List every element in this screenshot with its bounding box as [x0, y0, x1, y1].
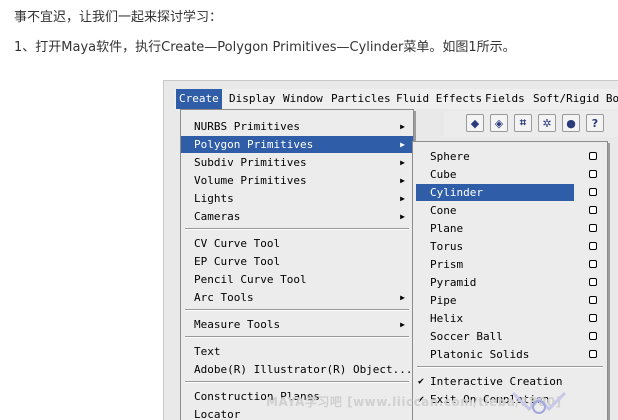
- option-box-icon[interactable]: [589, 350, 597, 358]
- option-box-icon[interactable]: [589, 224, 597, 232]
- menu-item-subdiv-primitives[interactable]: Subdiv Primitives ▶: [181, 154, 413, 171]
- option-box-icon[interactable]: [589, 170, 597, 178]
- option-box-icon[interactable]: [589, 188, 597, 196]
- menu-item-platonic-solids[interactable]: Platonic Solids: [413, 346, 607, 363]
- submenu-arrow-icon: ▶: [400, 140, 405, 149]
- submenu-arrow-icon: ▶: [400, 176, 405, 185]
- menu-item-lights[interactable]: Lights ▶: [181, 190, 413, 207]
- sphere-icon[interactable]: ●: [562, 114, 580, 132]
- shelf-toolbar: ◆ ◈ ⌗ ✲ ● ?: [444, 111, 618, 137]
- menu-item-arc-tools[interactable]: Arc Tools ▶: [181, 289, 413, 306]
- menu-item-soccer-ball[interactable]: Soccer Ball: [413, 328, 607, 345]
- menu-item-plane[interactable]: Plane: [413, 220, 607, 237]
- menu-separator: [185, 309, 409, 311]
- submenu-arrow-icon: ▶: [400, 320, 405, 329]
- submenu-arrow-icon: ▶: [400, 293, 405, 302]
- option-box-icon[interactable]: [589, 296, 597, 304]
- grid-icon[interactable]: ⌗: [514, 114, 532, 132]
- polygon-icon[interactable]: ◆: [466, 114, 484, 132]
- menu-fluid-effects[interactable]: Fluid Effects: [393, 89, 485, 109]
- menu-soft-rigid[interactable]: Soft/Rigid Bo: [530, 89, 618, 109]
- menu-item-pyramid[interactable]: Pyramid: [413, 274, 607, 291]
- submenu-arrow-icon: ▶: [400, 122, 405, 131]
- option-box-icon[interactable]: [589, 152, 597, 160]
- menu-item-nurbs-primitives[interactable]: NURBS Primitives ▶: [181, 118, 413, 135]
- menu-item-pencil-curve-tool[interactable]: Pencil Curve Tool: [181, 271, 413, 288]
- submenu-arrow-icon: ▶: [400, 212, 405, 221]
- menu-item-cube[interactable]: Cube: [413, 166, 607, 183]
- option-box-icon[interactable]: [589, 242, 597, 250]
- menu-separator: [185, 381, 409, 383]
- particles-icon[interactable]: ✲: [538, 114, 556, 132]
- option-box-icon[interactable]: [589, 314, 597, 322]
- menu-item-pipe[interactable]: Pipe: [413, 292, 607, 309]
- cube-icon[interactable]: ◈: [490, 114, 508, 132]
- menu-fields[interactable]: Fields: [482, 89, 528, 109]
- menu-item-sphere[interactable]: Sphere: [413, 148, 607, 165]
- menu-create[interactable]: Create: [176, 89, 222, 109]
- menu-item-measure-tools[interactable]: Measure Tools ▶: [181, 316, 413, 333]
- polygon-primitives-submenu: Sphere Cube Cylinder Cone Plane Torus Pr…: [412, 141, 608, 420]
- menu-item-cone[interactable]: Cone: [413, 202, 607, 219]
- menu-item-volume-primitives[interactable]: Volume Primitives ▶: [181, 172, 413, 189]
- option-box-icon[interactable]: [589, 206, 597, 214]
- menu-item-cylinder[interactable]: Cylinder: [416, 184, 574, 201]
- help-icon[interactable]: ?: [586, 114, 604, 132]
- menu-item-ep-curve-tool[interactable]: EP Curve Tool: [181, 253, 413, 270]
- maya-screenshot: Create Display Window Particles Fluid Ef…: [163, 80, 618, 420]
- option-box-icon[interactable]: [589, 332, 597, 340]
- checkmark-icon: ✔: [418, 376, 425, 387]
- menu-item-prism[interactable]: Prism: [413, 256, 607, 273]
- article-step-text: 1、打开Maya软件，执行Create—Polygon Primitives—C…: [14, 40, 516, 55]
- watermark-logo-icon: [511, 391, 567, 414]
- submenu-arrow-icon: ▶: [400, 194, 405, 203]
- menu-item-adobe-illustrator-object[interactable]: Adobe(R) Illustrator(R) Object...: [181, 361, 413, 378]
- menu-item-cv-curve-tool[interactable]: CV Curve Tool: [181, 235, 413, 252]
- menu-item-helix[interactable]: Helix: [413, 310, 607, 327]
- menu-particles[interactable]: Particles: [328, 89, 394, 109]
- menu-separator: [185, 228, 409, 230]
- article-intro-text: 事不宜迟，让我们一起来探讨学习：: [14, 10, 223, 25]
- menu-item-text[interactable]: Text: [181, 343, 413, 360]
- option-box-icon[interactable]: [589, 260, 597, 268]
- menu-item-interactive-creation[interactable]: ✔ Interactive Creation: [413, 373, 607, 390]
- menu-display[interactable]: Display: [226, 89, 278, 109]
- menu-separator: [185, 336, 409, 338]
- menubar: Create Display Window Particles Fluid Ef…: [174, 89, 618, 109]
- menu-item-cameras[interactable]: Cameras ▶: [181, 208, 413, 225]
- menu-separator: [417, 366, 603, 368]
- menu-item-polygon-primitives[interactable]: Polygon Primitives ▶: [181, 136, 413, 153]
- option-box-icon[interactable]: [589, 278, 597, 286]
- submenu-arrow-icon: ▶: [400, 158, 405, 167]
- menu-window[interactable]: Window: [280, 89, 326, 109]
- create-menu: NURBS Primitives ▶ Polygon Primitives ▶ Su…: [180, 109, 414, 420]
- menu-item-torus[interactable]: Torus: [413, 238, 607, 255]
